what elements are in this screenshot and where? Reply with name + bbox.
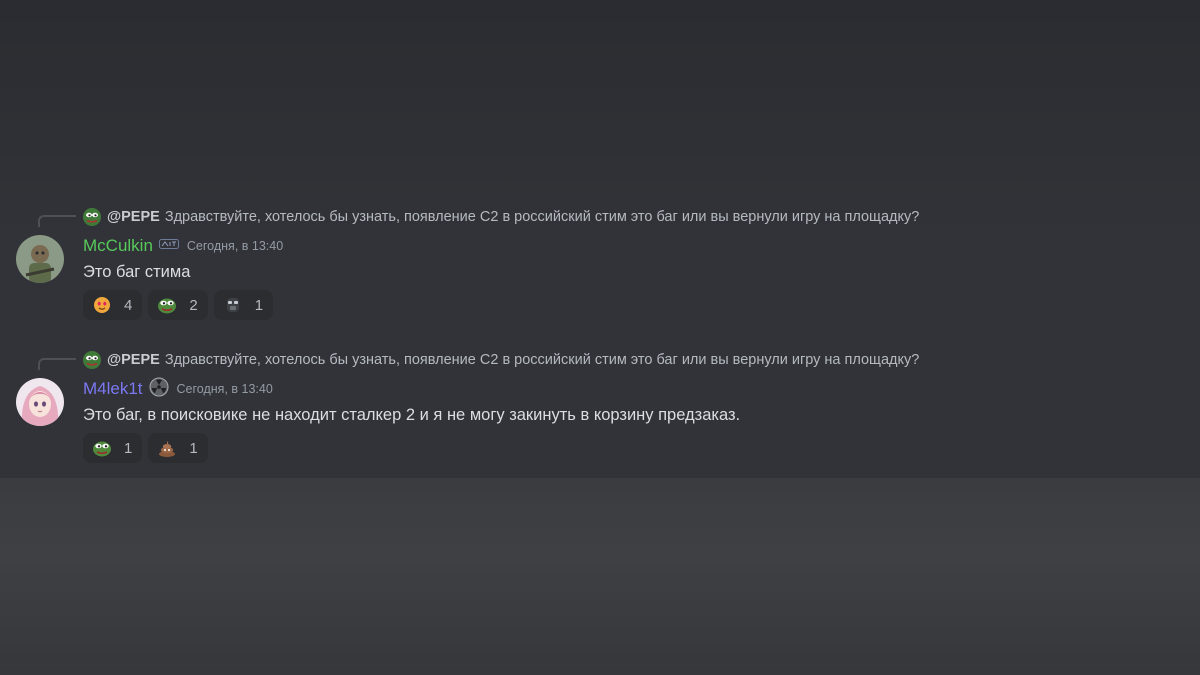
reaction-count: 1 [254,296,264,314]
avatar[interactable] [16,378,64,426]
reaction-pepe[interactable]: 1 [83,433,143,463]
reaction-pepe[interactable]: 2 [148,290,208,320]
clan-tag-icon [158,237,179,255]
reply-text: Здравствуйте, хотелось бы узнать, появле… [164,209,920,225]
message-header: M4lek1t Сегодня, в 13:40 [83,377,273,402]
reaction-heart-face[interactable]: 4 [83,290,143,320]
blurred-background [0,478,1200,675]
reaction-count: 1 [124,439,133,457]
pepe-avatar-icon [83,208,101,226]
stalker-mask-emoji-icon [223,295,243,315]
timestamp: Сегодня, в 13:40 [186,239,284,253]
heart-face-emoji-icon [92,295,112,315]
timestamp: Сегодня, в 13:40 [176,382,273,396]
reply-text: Здравствуйте, хотелось бы узнать, появле… [164,352,920,368]
reaction-poop[interactable]: 1 [148,433,208,463]
reactions: 4 2 1 [83,290,274,320]
avatar[interactable] [16,235,64,283]
username[interactable]: M4lek1t [83,379,143,399]
pepe-frog-emoji-icon [92,438,112,458]
reaction-count: 4 [124,296,133,314]
reply-username[interactable]: @PEPE [107,209,160,225]
radiation-badge-icon [149,377,169,402]
reaction-count: 2 [189,296,198,314]
reply-spine [38,358,76,370]
reactions: 1 1 [83,433,208,463]
reaction-count: 1 [189,439,198,457]
reply-username[interactable]: @PEPE [107,352,160,368]
message-content: Это баг, в поисковике не находит сталкер… [83,406,741,424]
message-header: McCulkin Сегодня, в 13:40 [83,235,283,257]
pepe-frog-emoji-icon [157,295,177,315]
reply-preview[interactable]: @PEPE Здравствуйте, хотелось бы узнать, … [83,207,919,227]
poop-emoji-icon [157,438,177,458]
reply-spine [38,215,76,227]
reply-preview[interactable]: @PEPE Здравствуйте, хотелось бы узнать, … [83,350,919,370]
reaction-stalker-mask[interactable]: 1 [213,290,274,320]
message-content: Это баг стима [83,263,191,281]
pepe-avatar-icon [83,351,101,369]
username[interactable]: McCulkin [83,236,153,256]
